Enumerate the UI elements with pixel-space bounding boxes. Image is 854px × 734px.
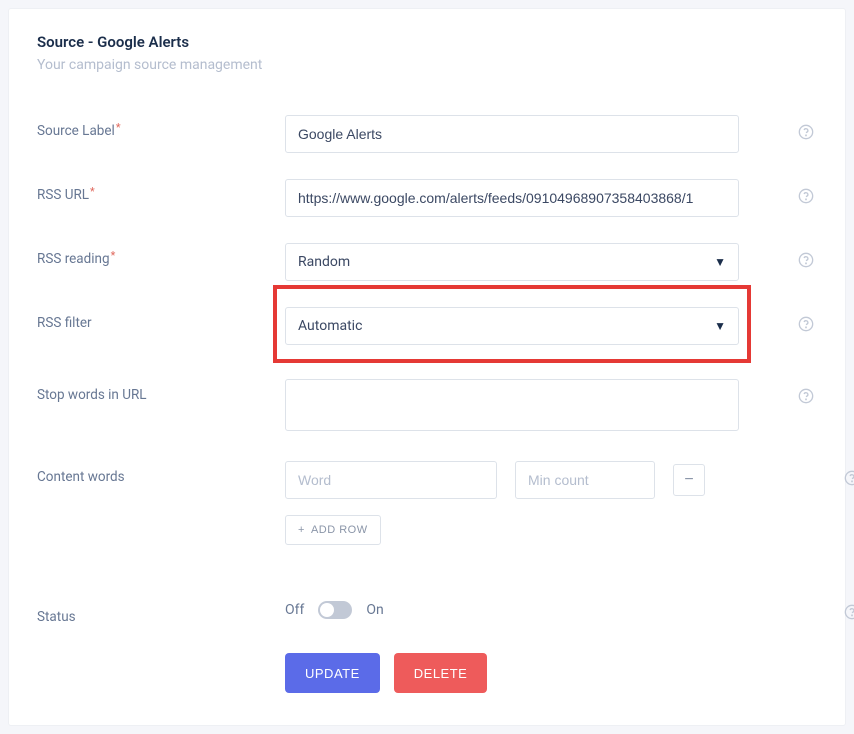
- field-rss-reading: Random ▼: [285, 243, 739, 281]
- label-source-label: Source Label*: [37, 115, 285, 139]
- help-icon[interactable]: [797, 187, 815, 205]
- label-text: RSS URL: [37, 187, 89, 203]
- help-icon[interactable]: [843, 469, 854, 487]
- stop-words-input[interactable]: [285, 379, 739, 431]
- row-rss-reading: RSS reading* Random ▼: [37, 243, 817, 281]
- help-icon[interactable]: [843, 603, 854, 621]
- required-marker: *: [116, 121, 121, 134]
- rss-url-input[interactable]: [285, 179, 739, 217]
- label-text: Status: [37, 609, 76, 625]
- label-text: RSS reading: [37, 251, 110, 267]
- label-text: RSS filter: [37, 315, 92, 331]
- help-icon[interactable]: [797, 123, 815, 141]
- actions: UPDATE DELETE: [285, 653, 817, 693]
- status-toggle-group: Off On: [285, 601, 817, 619]
- toggle-knob: [320, 603, 334, 617]
- label-stop-words: Stop words in URL: [37, 379, 285, 403]
- required-marker: *: [111, 249, 116, 262]
- status-on-label: On: [366, 602, 383, 618]
- rss-filter-select[interactable]: Automatic ▼: [285, 307, 739, 345]
- update-button[interactable]: UPDATE: [285, 653, 380, 693]
- label-rss-reading: RSS reading*: [37, 243, 285, 267]
- row-content-words: Content words − + ADD ROW: [37, 461, 817, 545]
- chevron-down-icon: ▼: [714, 255, 726, 269]
- field-source-label: [285, 115, 739, 153]
- plus-icon: +: [298, 524, 305, 536]
- select-value: Random: [298, 254, 350, 270]
- row-status: Status Off On: [37, 601, 817, 625]
- required-marker: *: [90, 185, 95, 198]
- row-stop-words: Stop words in URL: [37, 379, 817, 435]
- content-word-input[interactable]: [285, 461, 497, 499]
- label-rss-url: RSS URL*: [37, 179, 285, 203]
- label-content-words: Content words: [37, 461, 285, 485]
- source-label-input[interactable]: [285, 115, 739, 153]
- row-rss-filter: RSS filter Automatic ▼: [37, 307, 817, 345]
- add-row-button[interactable]: + ADD ROW: [285, 515, 381, 545]
- page-title: Source - Google Alerts: [37, 33, 817, 51]
- row-rss-url: RSS URL*: [37, 179, 817, 217]
- remove-row-button[interactable]: −: [673, 464, 705, 496]
- field-status: Off On: [285, 601, 817, 619]
- help-icon[interactable]: [797, 387, 815, 405]
- status-toggle[interactable]: [318, 601, 352, 619]
- label-text: Stop words in URL: [37, 387, 147, 403]
- help-icon[interactable]: [797, 315, 815, 333]
- select-value: Automatic: [298, 318, 362, 334]
- help-icon[interactable]: [797, 251, 815, 269]
- label-status: Status: [37, 601, 285, 625]
- label-text: Source Label: [37, 123, 115, 139]
- field-content-words: − + ADD ROW: [285, 461, 817, 545]
- min-count-input[interactable]: [515, 461, 655, 499]
- delete-button[interactable]: DELETE: [394, 653, 488, 693]
- rss-reading-select[interactable]: Random ▼: [285, 243, 739, 281]
- source-panel: Source - Google Alerts Your campaign sou…: [8, 8, 846, 726]
- chevron-down-icon: ▼: [714, 319, 726, 333]
- label-text: Content words: [37, 469, 125, 485]
- field-rss-url: [285, 179, 739, 217]
- label-rss-filter: RSS filter: [37, 307, 285, 331]
- status-off-label: Off: [285, 602, 304, 618]
- row-source-label: Source Label*: [37, 115, 817, 153]
- add-row-label: ADD ROW: [311, 524, 368, 536]
- content-words-row: −: [285, 461, 817, 499]
- field-stop-words: [285, 379, 739, 435]
- page-subtitle: Your campaign source management: [37, 57, 817, 73]
- field-rss-filter: Automatic ▼: [285, 307, 739, 345]
